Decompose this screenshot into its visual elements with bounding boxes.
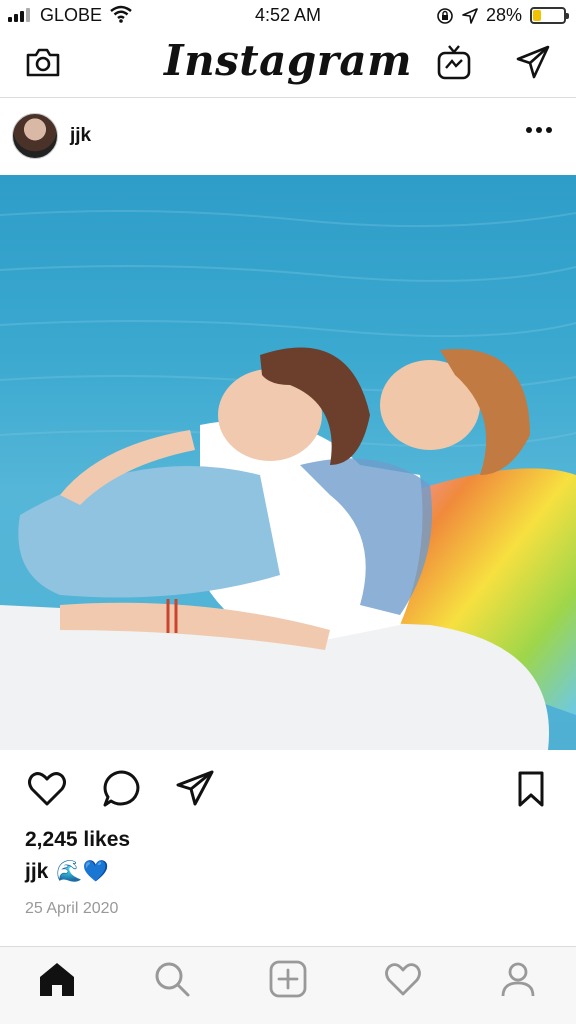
- post-caption: jjk 🌊💙: [25, 860, 109, 884]
- comment-icon[interactable]: [101, 768, 143, 810]
- profile-icon[interactable]: [498, 959, 538, 999]
- more-options-icon[interactable]: [526, 127, 552, 133]
- status-bar: GLOBE 4:52 AM 28%: [0, 0, 576, 30]
- post-header: jjk: [0, 99, 576, 175]
- likes-count[interactable]: 2,245 likes: [25, 828, 130, 852]
- caption-text: 🌊💙: [56, 860, 109, 883]
- activity-heart-icon[interactable]: [383, 959, 423, 999]
- orientation-lock-icon: [437, 7, 453, 24]
- battery-icon: [530, 7, 569, 24]
- add-post-icon[interactable]: [268, 959, 308, 999]
- share-icon[interactable]: [174, 768, 216, 810]
- search-icon[interactable]: [152, 959, 192, 999]
- post-date: 25 April 2020: [25, 900, 119, 917]
- bottom-tab-bar: [0, 946, 576, 1024]
- bookmark-icon[interactable]: [510, 768, 552, 810]
- battery-percent: 28%: [485, 5, 522, 25]
- igtv-icon[interactable]: [436, 44, 472, 80]
- avatar[interactable]: [12, 113, 58, 159]
- home-icon[interactable]: [37, 959, 77, 999]
- caption-username[interactable]: jjk: [25, 860, 48, 884]
- instagram-logo: Instagram: [163, 36, 413, 85]
- post-actions: [0, 760, 576, 820]
- battery-level-fill: [533, 10, 542, 21]
- post-username[interactable]: jjk: [70, 125, 91, 147]
- location-arrow-icon: [462, 7, 478, 24]
- post-photo[interactable]: [0, 175, 576, 750]
- app-header: Instagram: [0, 30, 576, 98]
- heart-icon[interactable]: [26, 768, 68, 810]
- direct-message-icon[interactable]: [515, 44, 551, 80]
- photo-illustration: [0, 210, 576, 750]
